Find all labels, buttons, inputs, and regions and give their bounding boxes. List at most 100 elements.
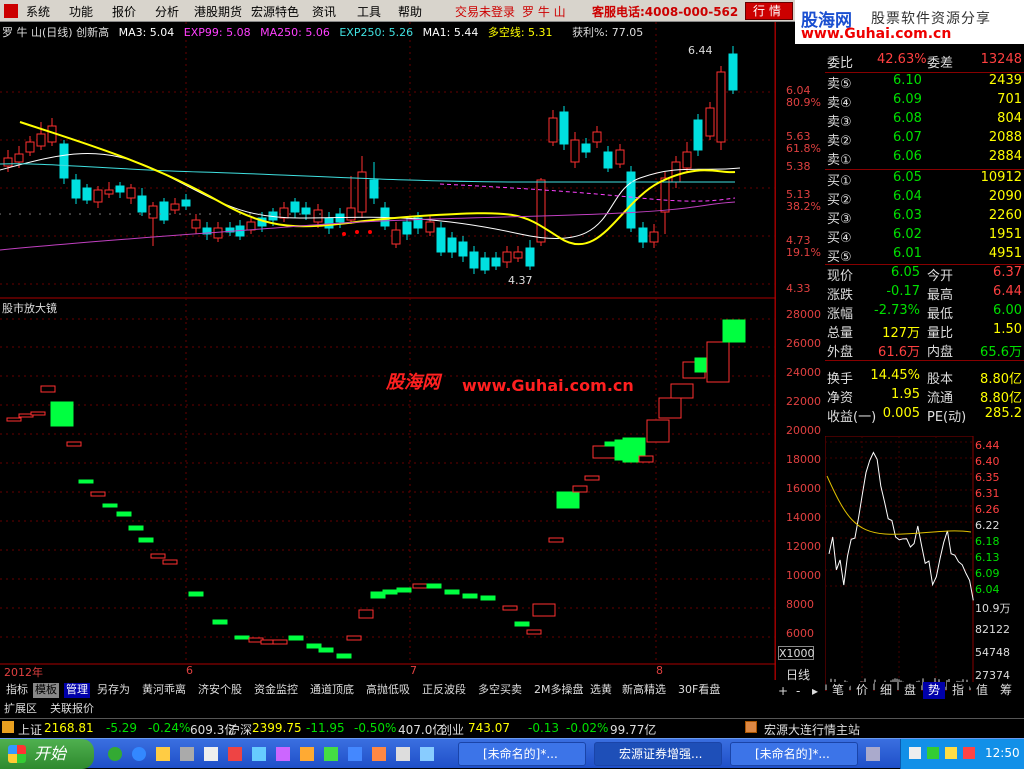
kline-candle xyxy=(181,199,191,207)
tab-13[interactable]: 新高精选 xyxy=(620,683,668,698)
tab-related-quote[interactable]: 关联报价 xyxy=(50,700,94,716)
tab-1[interactable]: 模板 xyxy=(33,683,59,698)
tab-7[interactable]: 通道顶底 xyxy=(308,683,356,698)
taskbar-item-2[interactable]: 宏源证券增强... xyxy=(594,742,722,766)
sub-candle xyxy=(396,587,412,593)
panel-tab[interactable]: 筹 xyxy=(995,682,1017,699)
menu-quote[interactable]: 报价 xyxy=(112,3,136,20)
tray-icon-2[interactable] xyxy=(927,747,939,759)
panel-tab[interactable]: 值 xyxy=(971,682,993,699)
stat-row: 涨跌 -0.17 最高 6.44 xyxy=(827,284,1022,303)
intraday-axis-label: 6.18 xyxy=(975,535,1000,548)
sub-candle xyxy=(358,609,374,619)
menu-function[interactable]: 功能 xyxy=(69,3,93,20)
kline-candle xyxy=(615,149,625,165)
app-icon-6[interactable] xyxy=(276,747,290,761)
taskbar-item-3[interactable]: [未命名的]*... xyxy=(730,742,858,766)
panel-tab[interactable]: 指 xyxy=(947,682,969,699)
buy-row: 买③ 6.03 2260 xyxy=(827,208,1022,227)
folder-icon[interactable] xyxy=(156,747,170,761)
hs-label[interactable]: 沪深 xyxy=(228,721,252,738)
zoom-out-button[interactable]: - xyxy=(796,684,800,698)
menu-help[interactable]: 帮助 xyxy=(398,3,422,20)
tab-3[interactable]: 另存为 xyxy=(95,683,132,698)
dotted-line xyxy=(309,213,311,215)
tab-4[interactable]: 黄河乖离 xyxy=(140,683,188,698)
login-status[interactable]: 交易未登录 xyxy=(455,3,515,20)
dotted-line xyxy=(249,213,251,215)
tab-0[interactable]: 指标 xyxy=(4,683,30,698)
cy-label[interactable]: 创业 xyxy=(440,721,464,738)
sub-candle xyxy=(318,647,334,653)
sh-label[interactable]: 上证 xyxy=(18,721,42,738)
exp99-value: EXP99: 5.08 xyxy=(183,26,251,39)
tray-icon-3[interactable] xyxy=(945,747,957,759)
tab-6[interactable]: 资金监控 xyxy=(252,683,300,698)
sub-candle xyxy=(514,621,530,627)
menu-analysis[interactable]: 分析 xyxy=(155,3,179,20)
app-icon-10[interactable] xyxy=(372,747,386,761)
kline-candle xyxy=(592,131,602,143)
app-icon-2[interactable] xyxy=(180,747,194,761)
menu-info[interactable]: 资讯 xyxy=(312,3,336,20)
sub-candle xyxy=(162,559,178,565)
taskbar-icon[interactable] xyxy=(866,747,880,761)
kline-chart[interactable] xyxy=(0,22,776,680)
signal-dot xyxy=(342,232,346,236)
app-icon-9[interactable] xyxy=(348,747,362,761)
station-name[interactable]: 宏源大连行情主站 xyxy=(764,721,860,738)
app-icon-11[interactable] xyxy=(396,747,410,761)
intraday-axis-label: 6.04 xyxy=(975,583,1000,596)
dotted-line xyxy=(259,213,261,215)
app-icon-5[interactable] xyxy=(252,747,266,761)
tray-icon-1[interactable] xyxy=(909,747,921,759)
panel-tab[interactable]: 细 xyxy=(875,682,897,699)
tab-14[interactable]: 30F看盘 xyxy=(676,683,722,698)
kline-candle xyxy=(581,143,591,153)
app-icon-3[interactable] xyxy=(204,747,218,761)
hs-change: -11.95 xyxy=(306,721,345,735)
tray-icon-4[interactable] xyxy=(963,747,975,759)
windows-logo-icon xyxy=(8,745,26,763)
app-icon-4[interactable] xyxy=(228,747,242,761)
app-icon-8[interactable] xyxy=(324,747,338,761)
app-icon-7[interactable] xyxy=(300,747,314,761)
tab-5[interactable]: 济安个股 xyxy=(196,683,244,698)
menu-hongyuan[interactable]: 宏源特色 xyxy=(251,3,299,20)
sub-candle xyxy=(138,537,154,543)
ie-icon[interactable] xyxy=(132,747,146,761)
panel-tab[interactable]: 笔 xyxy=(827,682,849,699)
period-label[interactable]: 日线 xyxy=(786,666,810,683)
zoom-in-button[interactable]: + xyxy=(778,684,788,698)
menu-system[interactable]: 系统 xyxy=(26,3,50,20)
panel-tab[interactable]: 势 xyxy=(923,682,945,699)
taskbar-item-1[interactable]: [未命名的]*... xyxy=(458,742,586,766)
kline-candle xyxy=(115,185,125,193)
tab-8[interactable]: 高抛低吸 xyxy=(364,683,412,698)
sub-axis-label: 14000 xyxy=(786,511,821,524)
kline-candle xyxy=(693,119,703,151)
tab-12[interactable]: 选黄 xyxy=(588,683,614,698)
menu-tools[interactable]: 工具 xyxy=(357,3,381,20)
sub-axis-label: 16000 xyxy=(786,482,821,495)
x-month-7: 7 xyxy=(410,664,417,677)
quotes-button[interactable]: 行情 xyxy=(745,2,793,20)
app-icon-12[interactable] xyxy=(420,747,434,761)
tab-2[interactable]: 管理 xyxy=(64,683,90,698)
panel-tab[interactable]: 价 xyxy=(851,682,873,699)
tab-10[interactable]: 多空买卖 xyxy=(476,683,524,698)
quicklaunch-icon[interactable] xyxy=(108,747,122,761)
sub-candle xyxy=(6,417,22,422)
menu-hk-futures[interactable]: 港股期货 xyxy=(194,3,242,20)
dotted-line xyxy=(29,213,31,215)
kline-candle xyxy=(93,189,103,203)
tab-extension[interactable]: 扩展区 xyxy=(4,700,37,716)
tab-11[interactable]: 2M多操盘 xyxy=(532,683,586,698)
separator xyxy=(825,169,1024,170)
tab-9[interactable]: 正反波段 xyxy=(420,683,468,698)
start-button[interactable]: 开始 xyxy=(0,739,94,769)
scroll-right-button[interactable]: ▸ xyxy=(812,684,818,698)
panel-tab[interactable]: 盘 xyxy=(899,682,921,699)
kline-candle xyxy=(3,157,13,167)
chart-area[interactable] xyxy=(0,22,776,680)
